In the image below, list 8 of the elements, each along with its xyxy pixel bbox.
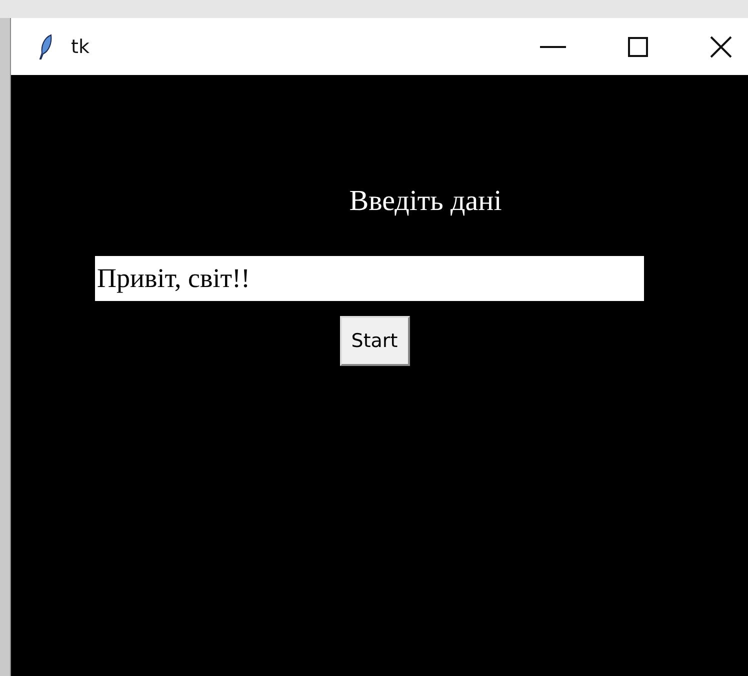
close-icon[interactable] xyxy=(710,36,732,58)
window-title: tk xyxy=(71,36,90,58)
heading: Введіть дані xyxy=(349,185,502,218)
start-button[interactable]: Start xyxy=(340,316,410,366)
input-field[interactable]: Привіт, світ!! xyxy=(95,256,644,301)
maximize-icon[interactable] xyxy=(628,36,648,56)
feather-icon xyxy=(39,34,53,60)
minimize-icon[interactable] xyxy=(540,46,566,48)
